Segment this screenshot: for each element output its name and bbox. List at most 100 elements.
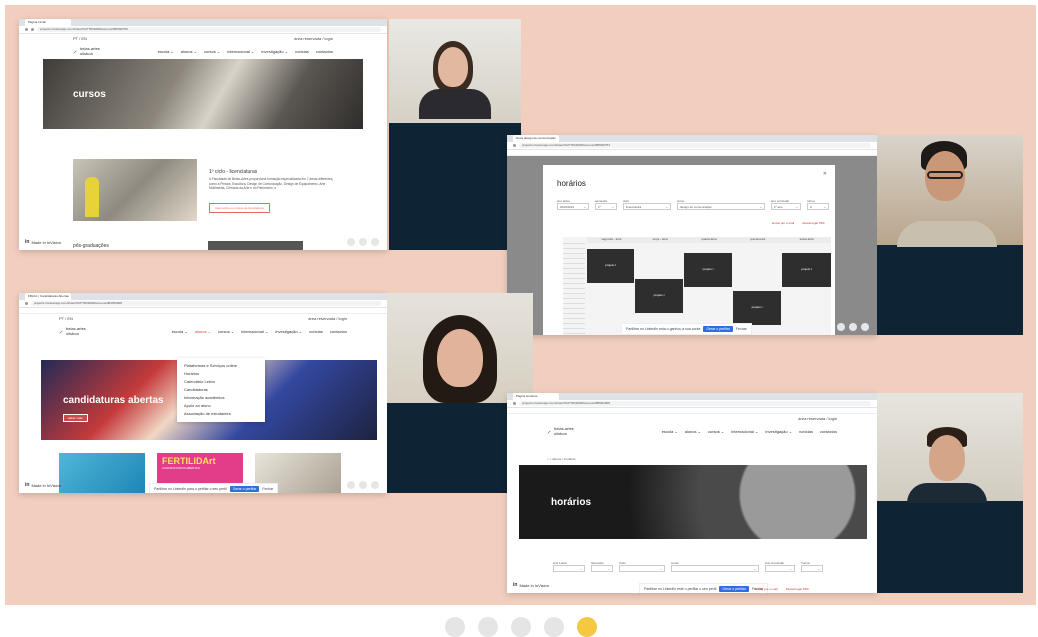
class-label: projeto I [653,293,665,297]
nav-item-escola[interactable]: escola ⌄ [172,329,188,334]
class-block[interactable]: projeto I [587,249,634,283]
nav-item-cursos[interactable]: cursos ⌄ [204,49,220,54]
invision-badge[interactable]: in Made in InVision [25,239,61,245]
filter-select[interactable]: 2020/2021 ⌄ [557,203,589,210]
reload-icon[interactable] [31,28,34,31]
filter-select[interactable]: ⌄ [671,565,759,572]
inspect-icon[interactable] [359,238,367,246]
nav-item-alunos[interactable]: alunos ⌄ [181,49,197,54]
nav-item-noticias[interactable]: notícias [799,429,813,434]
login-link[interactable]: área reservada / login [308,316,347,321]
inspect-icon[interactable] [359,481,367,489]
menu-item-informacao[interactable]: Informação académica [184,394,258,402]
nav-item-internacional[interactable]: internacional ⌄ [241,329,268,334]
menu-icon[interactable] [371,238,379,246]
download-pdf-link[interactable]: descarregar PDF [802,221,825,225]
pagination-dot-active[interactable] [577,617,597,637]
browser-tab[interactable]: FBAUL | Candidaturas Abertas [25,293,71,300]
download-pdf-link[interactable]: Descarregar PDF [786,587,809,591]
back-icon[interactable] [25,28,28,31]
invision-badge[interactable]: in Made in InVision [25,482,61,488]
class-block[interactable]: projeto I [733,291,781,325]
send-email-link[interactable]: enviar por e-mail [772,221,794,225]
pagination-dot[interactable] [511,617,531,637]
nav-item-investigacao[interactable]: investigação ⌄ [765,429,792,434]
menu-item-plataformas[interactable]: Plataformas e Serviços online [184,362,258,370]
pagination-dot[interactable] [478,617,498,637]
browser-tab[interactable]: Página Inicial [25,19,71,26]
menu-item-associacao[interactable]: Associação de estudantes [184,410,258,418]
comment-icon[interactable] [347,238,355,246]
site-logo[interactable]: ⸝ belas-artes ulisboa [547,426,574,436]
back-icon[interactable] [513,144,516,147]
address-bar[interactable]: projects.invisionapp.com/share/SCPTDNMH8… [519,401,871,406]
filter-select[interactable]: ⌄ [765,565,795,572]
language-switch[interactable]: PT / EN [73,36,87,41]
comment-icon[interactable] [837,323,845,331]
site-logo[interactable]: ⸝ belas-artes ulisboa [59,326,86,336]
send-email-link[interactable]: Enviar por e-mail [755,587,778,591]
browser-tab[interactable]: Página Horários [513,393,559,400]
nav-item-internacional[interactable]: internacional ⌄ [731,429,758,434]
filter-select[interactable]: ⌄ [619,565,665,572]
site-logo[interactable]: ⸝ belas-artes ulisboa [73,46,100,56]
filter-select[interactable]: ⌄ [553,565,585,572]
nav-item-investigacao[interactable]: investigação ⌄ [261,49,288,54]
menu-item-candidaturas[interactable]: Candidaturas [184,386,258,394]
nav-item-alunos[interactable]: alunos ⌄ [685,429,701,434]
back-icon[interactable] [513,402,516,405]
nav-item-alunos[interactable]: alunos ⌄ [195,329,211,334]
address-bar[interactable]: projects.invisionapp.com/share/SCPTDNMH8… [519,143,871,148]
nav-item-investigacao[interactable]: investigação ⌄ [275,329,302,334]
nav-item-internacional[interactable]: internacional ⌄ [227,49,254,54]
filter-select[interactable]: licenciatura ⌄ [623,203,671,210]
filter-select[interactable]: 1º ⌄ [595,203,617,210]
nav-item-cursos[interactable]: cursos ⌄ [218,329,234,334]
nav-item-contactos[interactable]: contactos [820,429,837,434]
nav-item-noticias[interactable]: notícias [309,329,323,334]
inspect-icon[interactable] [849,323,857,331]
class-block[interactable]: projeto I [782,253,831,287]
menu-item-apoio[interactable]: Apoio ao aluno [184,402,258,410]
section-button[interactable]: mais sobre os cursos de licenciatura [209,203,270,213]
filter-select[interactable]: ⌄ [801,565,823,572]
cookie-accept-button[interactable]: Gerar o perfilar [703,326,733,332]
browser-tab[interactable]: Nova design-de-comunicação [513,135,559,142]
filter-select[interactable]: design de comunicação ⌄ [677,203,765,210]
language-switch[interactable]: PT / EN [59,316,73,321]
menu-item-calendario[interactable]: Calendário Letivo [184,378,258,386]
nav-item-escola[interactable]: escola ⌄ [158,49,174,54]
hero-button[interactable]: saber mais [63,414,88,422]
pagination-dot[interactable] [445,617,465,637]
comment-icon[interactable] [347,481,355,489]
login-link[interactable]: área reservada / login [798,416,837,421]
address-bar[interactable]: projects.invisionapp.com/share/SCPTDNMH8… [37,27,381,32]
filter-select[interactable]: ⌄ [591,565,613,572]
menu-icon[interactable] [861,323,869,331]
nav-item-escola[interactable]: escola ⌄ [662,429,678,434]
chevron-down-icon: ⌄ [579,567,582,571]
filter-select[interactable]: A ⌄ [807,203,829,210]
pagination-dot[interactable] [544,617,564,637]
back-icon[interactable] [25,302,28,305]
person-body [419,89,491,119]
filter-ano-curricular: ano curricular 1º ano ⌄ [771,199,801,210]
menu-icon[interactable] [371,481,379,489]
cookie-close-button[interactable]: Fechar [262,487,273,491]
nav-item-cursos[interactable]: cursos ⌄ [708,429,724,434]
nav-item-noticias[interactable]: notícias [295,49,309,54]
nav-item-contactos[interactable]: contactos [330,329,347,334]
filter-select[interactable]: 1º ano ⌄ [771,203,801,210]
login-link[interactable]: área reservada / login [294,36,333,41]
close-icon[interactable]: ✕ [823,171,827,177]
cookie-close-button[interactable]: Fechar [736,327,747,331]
nav-item-contactos[interactable]: contactos [316,49,333,54]
class-block[interactable]: projeto I [684,253,732,287]
cookie-accept-button[interactable]: Gerar o perfilar [229,486,260,492]
cookie-accept-button[interactable]: Gerar o perfilar [719,586,749,592]
invision-badge[interactable]: in Made in InVision [513,582,549,588]
news-card-1[interactable] [59,453,145,493]
address-bar[interactable]: projects.invisionapp.com/share/SCPTDNMH8… [31,301,381,306]
menu-item-horarios[interactable]: Horários [184,370,258,378]
class-block[interactable]: projeto I [635,279,683,313]
